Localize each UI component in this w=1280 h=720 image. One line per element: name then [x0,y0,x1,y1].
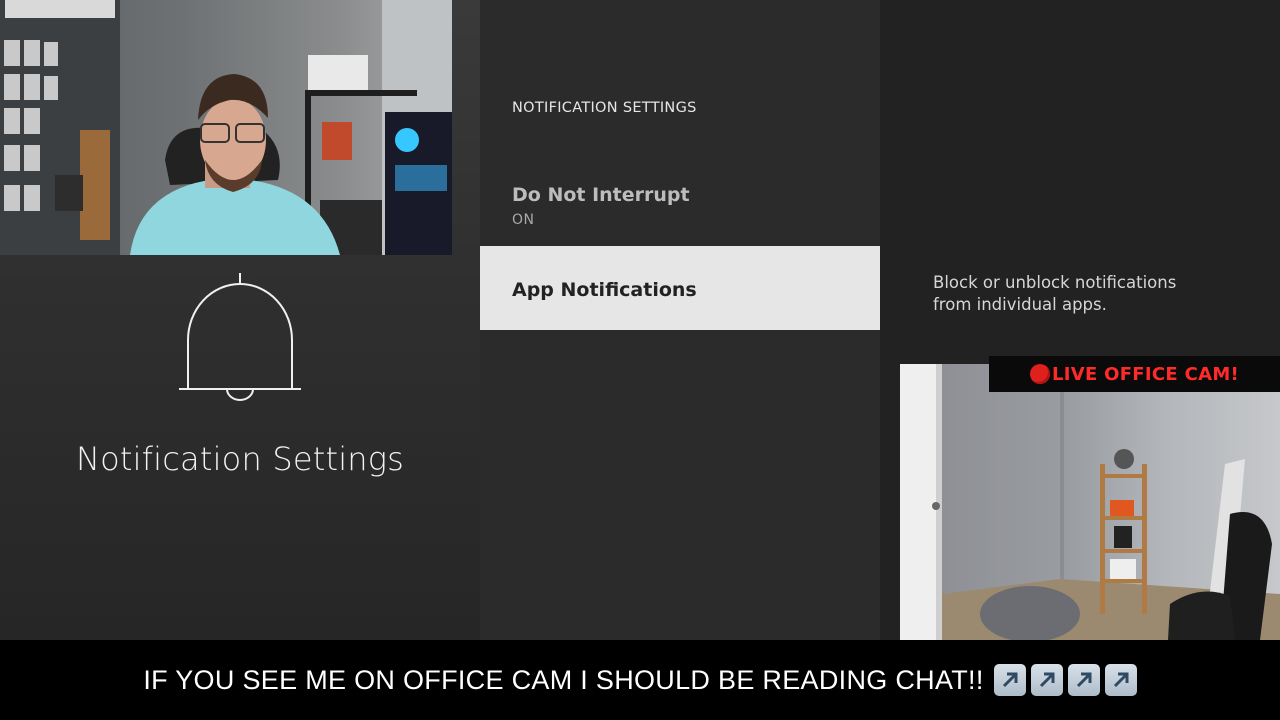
banner-text: IF YOU SEE ME ON OFFICE CAM I SHOULD BE … [143,664,984,695]
menu-item-do-not-interrupt[interactable]: Do Not Interrupt ON [480,170,880,240]
up-right-arrow-icon [993,664,1026,696]
live-label: LIVE OFFICE CAM! [1051,363,1240,385]
menu-header: NOTIFICATION SETTINGS [512,100,697,116]
item-description: Block or unblock notifications from indi… [933,272,1233,316]
description-line: from individual apps. [933,295,1107,314]
bell-icon [179,273,301,401]
stream-banner: IF YOU SEE ME ON OFFICE CAM I SHOULD BE … [0,640,1280,720]
live-office-cam-badge: LIVE OFFICE CAM! [989,356,1280,392]
menu-item-app-notifications[interactable]: App Notifications [480,246,880,330]
banner-arrows [993,664,1137,696]
webcam-scene [0,0,452,255]
office-cam-feed [900,364,1280,640]
description-line: Block or unblock notifications [933,273,1177,292]
webcam-overlay [0,0,452,255]
office-cam-scene [900,364,1280,640]
up-right-arrow-icon [1030,664,1063,696]
red-circle-icon [1029,364,1050,384]
up-right-arrow-icon [1104,664,1137,696]
menu-item-value: ON [512,212,535,228]
up-right-arrow-icon [1067,664,1100,696]
page-title: Notification Settings [75,440,405,478]
menu-item-label: App Notifications [512,279,697,301]
menu-item-label: Do Not Interrupt [512,184,690,206]
settings-menu: NOTIFICATION SETTINGS Do Not Interrupt O… [480,0,880,640]
